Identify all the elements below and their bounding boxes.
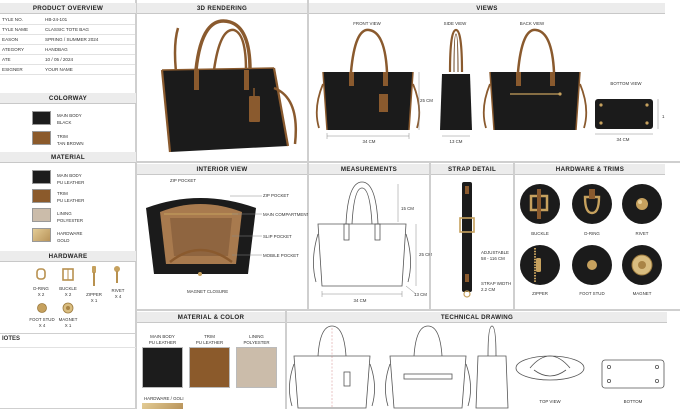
- hardware-trims-header: HARDWARE & TRIMS: [515, 164, 665, 175]
- hardware-trim-label: BUCKLE: [531, 231, 549, 236]
- strap-adjustable-value: 58 - 116 CM: [481, 256, 505, 261]
- strap-width-value: 2.2 CM: [481, 287, 496, 292]
- handle-drop-dim: 15 CM: [401, 206, 414, 211]
- technical-side-drawing: [475, 325, 509, 409]
- material-color-header: MATERIAL & COLOR: [137, 312, 285, 323]
- technical-back-drawing: [385, 325, 471, 409]
- bag-width-dim: 34 CM: [353, 298, 367, 303]
- foot-stud-icon: [572, 245, 612, 285]
- material-color-label: PU LEATHER: [195, 340, 224, 345]
- measurements-drawing: [313, 181, 417, 297]
- d-ring-icon: [572, 184, 612, 224]
- technical-top-drawing: [515, 355, 585, 381]
- technical-front-drawing: [289, 325, 375, 409]
- bag-depth-dim: 13 CM: [414, 292, 427, 297]
- hardware-trim-label: D-RING: [584, 231, 600, 236]
- material-color-swatch: [236, 347, 277, 388]
- material-color-hardware-label: HARDWARE / GOLI: [144, 396, 184, 401]
- hardware-gold-swatch: [142, 403, 183, 409]
- material-color-label: LINING: [249, 334, 264, 339]
- strap-drawing: [459, 182, 475, 298]
- material-color-swatch: [142, 347, 183, 388]
- strap-header: STRAP DETAIL: [431, 164, 513, 175]
- top-view-label: TOP VIEW: [539, 399, 561, 404]
- measurements-header: MEASUREMENTS: [309, 164, 429, 175]
- strap-width-label: STRAP WIDTH: [481, 281, 512, 286]
- material-color-label: PU LEATHER: [148, 340, 177, 345]
- rivet-icon: [622, 184, 662, 224]
- material-color-label: MAIN BODY: [150, 334, 175, 339]
- hardware-trim-label: ZIPPER: [532, 291, 548, 296]
- hardware-trim-label: MAGNET: [632, 291, 652, 296]
- buckle-icon: [520, 184, 560, 224]
- material-color-label: POLYESTER: [243, 340, 270, 345]
- technical-bottom-drawing: [601, 359, 665, 389]
- magnet-icon: [622, 245, 662, 285]
- hardware-trim-label: FOOT STUD: [579, 291, 605, 296]
- zipper-icon: [520, 245, 560, 285]
- hardware-trim-label: RIVET: [635, 231, 649, 236]
- strap-adjustable-label: ADJUSTABLE: [481, 250, 509, 255]
- bottom-label: BOTTOM: [623, 399, 643, 404]
- material-color-label: TRIM: [204, 334, 215, 339]
- technical-header: TECHNICAL DRAWING: [287, 312, 667, 323]
- material-color-swatch: [189, 347, 230, 388]
